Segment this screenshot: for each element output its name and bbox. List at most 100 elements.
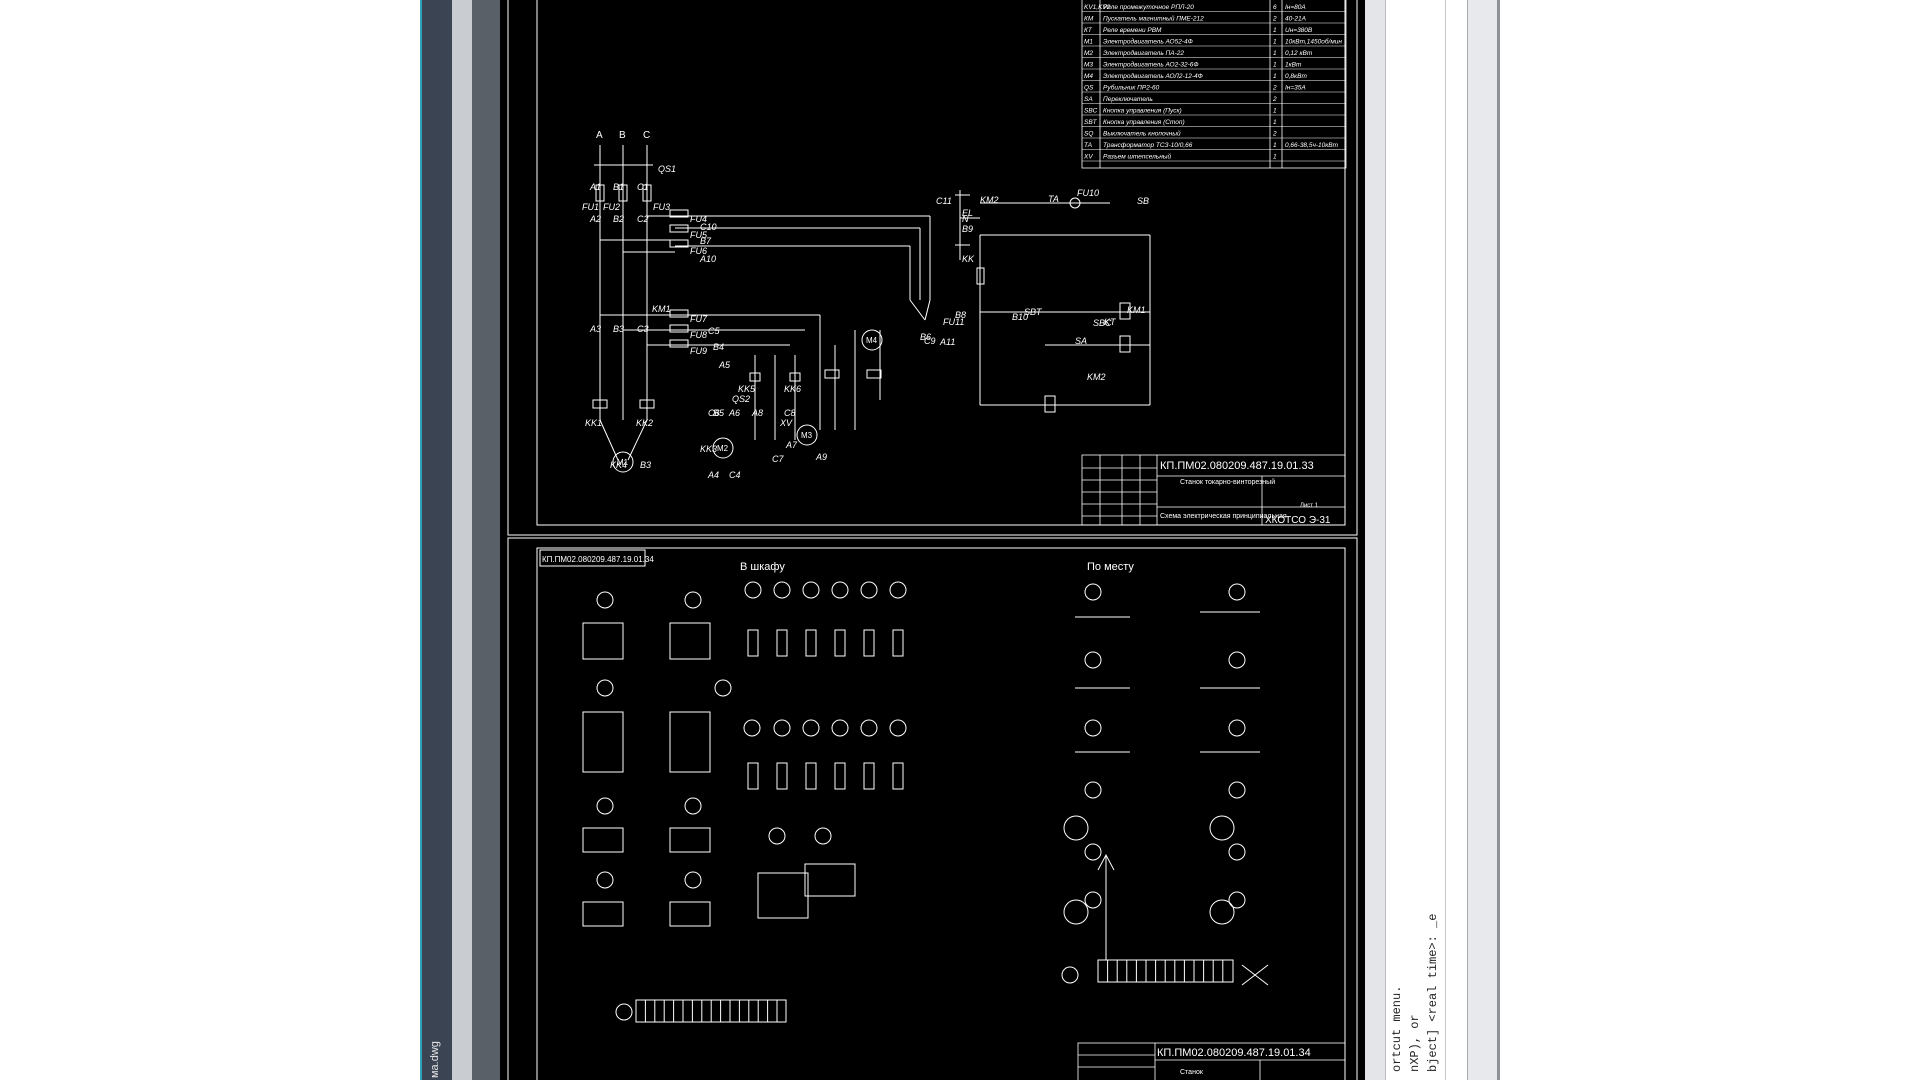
- bom-cell: 1: [1273, 73, 1277, 80]
- bom-rows: KV1,KV2Реле промежуточное РПЛ-20 6 Iн=80АК…: [1082, 4, 1346, 162]
- wire-label: B9: [962, 224, 973, 234]
- bom-cell: Электродвигатель АО52-4Ф: [1103, 38, 1193, 46]
- wire-label: KK: [962, 254, 975, 264]
- terminal-marker: [1228, 891, 1246, 909]
- wire-label: C7: [772, 454, 784, 464]
- bom-cell: 0,12 кВт: [1285, 50, 1313, 57]
- wire-label: C10: [700, 222, 717, 232]
- wire-label: C5: [708, 326, 720, 336]
- bom-cell: Кнопка управления (Пуск): [1103, 108, 1182, 115]
- bom-cell: ТА: [1084, 142, 1092, 149]
- bom-cell: Рубильник ПР2-60: [1103, 84, 1160, 92]
- bom-cell: Реле времени РВМ: [1103, 27, 1162, 34]
- terminal-marker: [831, 719, 849, 737]
- wire-label: KK2: [636, 418, 653, 428]
- bom-cell: Пускатель магнитный ПМЕ-212: [1103, 15, 1204, 23]
- bom-cell: XV: [1083, 154, 1093, 161]
- terminal-marker: [1084, 719, 1102, 737]
- wire-label: B1: [613, 182, 624, 192]
- motor-label-m2: M2: [717, 444, 729, 453]
- terminal-marker: [814, 827, 832, 845]
- terminal-marker: [684, 871, 702, 889]
- label-local: По месту: [1087, 561, 1134, 573]
- device-block: [669, 901, 711, 927]
- terminal-marker: [714, 679, 732, 697]
- wiring-diagram-symbols: [582, 581, 1269, 1023]
- motor-symbol: [1063, 815, 1089, 841]
- wire-label: SB: [1137, 196, 1149, 206]
- bom-cell: 1кВт: [1285, 62, 1302, 69]
- motor-symbol: [1209, 899, 1235, 925]
- wire-label: KM1: [652, 304, 671, 314]
- terminal-marker: [1228, 651, 1246, 669]
- bom-cell: 1: [1273, 142, 1277, 149]
- fuse-symbol: [805, 762, 817, 790]
- terminal-marker: [1084, 651, 1102, 669]
- bom-cell: 0,66-38,5ч-10кВт: [1285, 142, 1339, 149]
- wire-label: A8: [751, 408, 763, 418]
- terminal-marker: [596, 679, 614, 697]
- bom-cell: Электродвигатель ПА-22: [1103, 49, 1184, 57]
- wire-label: XV: [779, 418, 793, 428]
- bom-cell: М4: [1084, 73, 1093, 80]
- terminal-marker: [831, 581, 849, 599]
- left-gutter-dark: [472, 0, 500, 1080]
- command-prompt[interactable]: bject] <real time>: _e: [1426, 914, 1440, 1072]
- fuse-symbol: [747, 629, 759, 657]
- wire-label: KK5: [738, 384, 756, 394]
- device-block: [582, 827, 624, 853]
- command-line-panel[interactable]: ortcut menu. nXP), or bject] <real time>…: [1385, 0, 1446, 1080]
- motor-label-m3: M3: [801, 431, 813, 440]
- terminal-marker: [1084, 583, 1102, 601]
- wire-label: KK4: [610, 460, 627, 470]
- wire-label: A1: [589, 182, 601, 192]
- fuse-symbol: [863, 629, 875, 657]
- bom-cell: Iн=35А: [1285, 85, 1306, 92]
- wire-label: KK6: [784, 384, 801, 394]
- right-panel-strip: [1445, 0, 1468, 1080]
- motor-symbol: [1209, 815, 1235, 841]
- wire-label: QS2: [732, 394, 750, 404]
- terminal-marker: [860, 719, 878, 737]
- wire-label: C11: [936, 196, 952, 206]
- terminal-marker: [1084, 843, 1102, 861]
- fuse-symbol: [747, 762, 759, 790]
- left-panel-strip: [420, 0, 452, 1080]
- bom-cell: 1: [1273, 50, 1277, 57]
- right-gutter: [1365, 0, 1385, 1080]
- terminal-marker: [889, 719, 907, 737]
- wire-label: A3: [589, 324, 601, 334]
- fuse-symbol: [892, 629, 904, 657]
- bom-cell: Электродвигатель АО2-32-6Ф: [1103, 61, 1199, 69]
- fuse-symbol: [892, 762, 904, 790]
- file-tab[interactable]: ма.dwg: [424, 1040, 446, 1080]
- sheet1-org: ХКОТСО Э-31: [1265, 515, 1331, 526]
- bom-cell: QS: [1084, 85, 1094, 92]
- terminal-marker: [1084, 891, 1102, 909]
- wire-label: A11: [939, 337, 955, 347]
- fuse-symbol: [776, 629, 788, 657]
- terminal-marker: [684, 591, 702, 609]
- bom-cell: 2: [1272, 85, 1277, 92]
- wire-label: FU3: [653, 202, 670, 212]
- terminal-marker: [773, 719, 791, 737]
- bom-cell: 1: [1273, 62, 1277, 69]
- terminal-marker: [615, 1003, 633, 1021]
- terminal-marker: [1228, 583, 1246, 601]
- wire-label: FU1: [582, 202, 599, 212]
- left-gutter: [452, 0, 472, 1080]
- sheet2-outer-frame: [507, 537, 1358, 1084]
- drawing-canvas[interactable]: KV1,KV2 Реле промежуточное РПЛ-20 6 Iн=80А К…: [500, 0, 1365, 1085]
- wire-label: FU9: [690, 346, 707, 356]
- bom-cell: 1: [1273, 108, 1277, 115]
- terminal-marker: [744, 581, 762, 599]
- bom-cell: 1: [1273, 27, 1277, 34]
- terminal-marker: [1228, 781, 1246, 799]
- terminal-marker: [889, 581, 907, 599]
- bom-cell: Uн=380В: [1285, 27, 1313, 34]
- wire-label: B2: [613, 214, 624, 224]
- right-scroll-area[interactable]: [1467, 0, 1498, 1080]
- bom-cell: КМ: [1084, 16, 1094, 23]
- wire-label: A9: [815, 452, 827, 462]
- phase-c-label: C: [643, 130, 650, 141]
